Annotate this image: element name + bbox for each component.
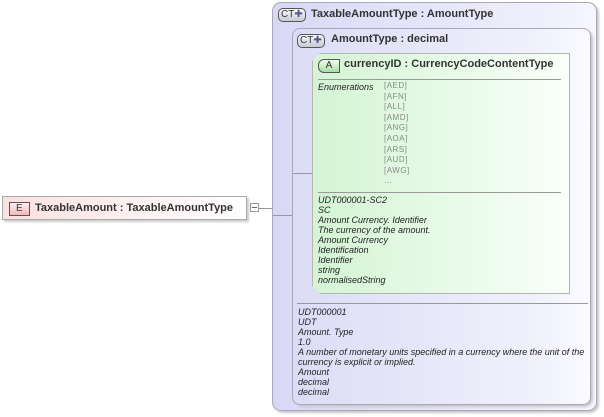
annotation-line: normalisedString — [318, 275, 386, 285]
enumeration-item: [AUD] — [384, 155, 408, 165]
attribute-annotations: UDT000001-SC2 SC Amount Currency. Identi… — [318, 195, 431, 285]
enumeration-list: [AED] [AFN] [ALL] [AMD] [ANG] [AOA] [ARS… — [384, 81, 410, 187]
complex-type-badge: CT✚ — [278, 8, 306, 22]
annotation-line: UDT000001 — [298, 307, 347, 317]
annotation-line: A number of monetary units specified in … — [298, 347, 585, 357]
inner-title: AmountType : decimal — [331, 33, 449, 45]
element-title: TaxableAmount : TaxableAmountType — [35, 202, 234, 214]
element-badge: E — [9, 202, 30, 216]
collapse-toggle[interactable] — [250, 203, 259, 212]
annotation-line: Amount Currency — [318, 235, 389, 245]
annotation-line: SC — [318, 205, 331, 215]
connector-line — [293, 173, 312, 174]
enumeration-item: [AWG] — [384, 165, 410, 175]
type-annotations: UDT000001 UDT Amount. Type 1.0 A number … — [298, 307, 584, 397]
divider — [297, 303, 588, 304]
annotation-line: Identification — [318, 245, 369, 255]
element-taxable-amount[interactable]: E TaxableAmount : TaxableAmountType — [2, 196, 247, 220]
attribute-title: currencyID : CurrencyCodeContentType — [344, 58, 554, 70]
annotation-line: Amount — [298, 367, 330, 377]
divider — [318, 79, 561, 80]
enumeration-item: [ARS] — [384, 144, 408, 154]
annotation-line: currency is explicit or implied. — [298, 357, 416, 367]
annotation-line: UDT000001-SC2 — [318, 195, 388, 205]
enumeration-item: [AED] — [384, 81, 408, 90]
connector-line — [259, 208, 272, 209]
annotation-line: UDT — [298, 317, 317, 327]
annotation-line: Identifier — [318, 255, 353, 265]
annotation-line: string — [318, 265, 341, 275]
annotation-line: decimal — [298, 377, 330, 387]
minus-icon — [252, 207, 257, 208]
annotation-line: Amount Currency. Identifier — [318, 215, 427, 225]
enumeration-item: [ALL] — [384, 102, 406, 112]
annotation-line: 1.0 — [298, 337, 311, 347]
enumerations-label: Enumerations — [318, 82, 374, 92]
enumeration-item: [AFN] — [384, 91, 407, 101]
connector-line — [273, 215, 292, 216]
enumeration-item: [AMD] — [384, 112, 409, 122]
divider — [318, 192, 561, 193]
outer-title: TaxableAmountType : AmountType — [311, 8, 494, 20]
annotation-line: decimal — [298, 387, 330, 397]
enumeration-item: ... — [384, 176, 393, 186]
enumeration-item: [ANG] — [384, 123, 409, 133]
attribute-badge: A — [318, 59, 340, 73]
annotation-line: Amount. Type — [298, 327, 354, 337]
complex-type-badge: CT✚ — [297, 34, 325, 48]
annotation-line: The currency of the amount. — [318, 225, 431, 235]
enumeration-item: [AOA] — [384, 133, 408, 143]
